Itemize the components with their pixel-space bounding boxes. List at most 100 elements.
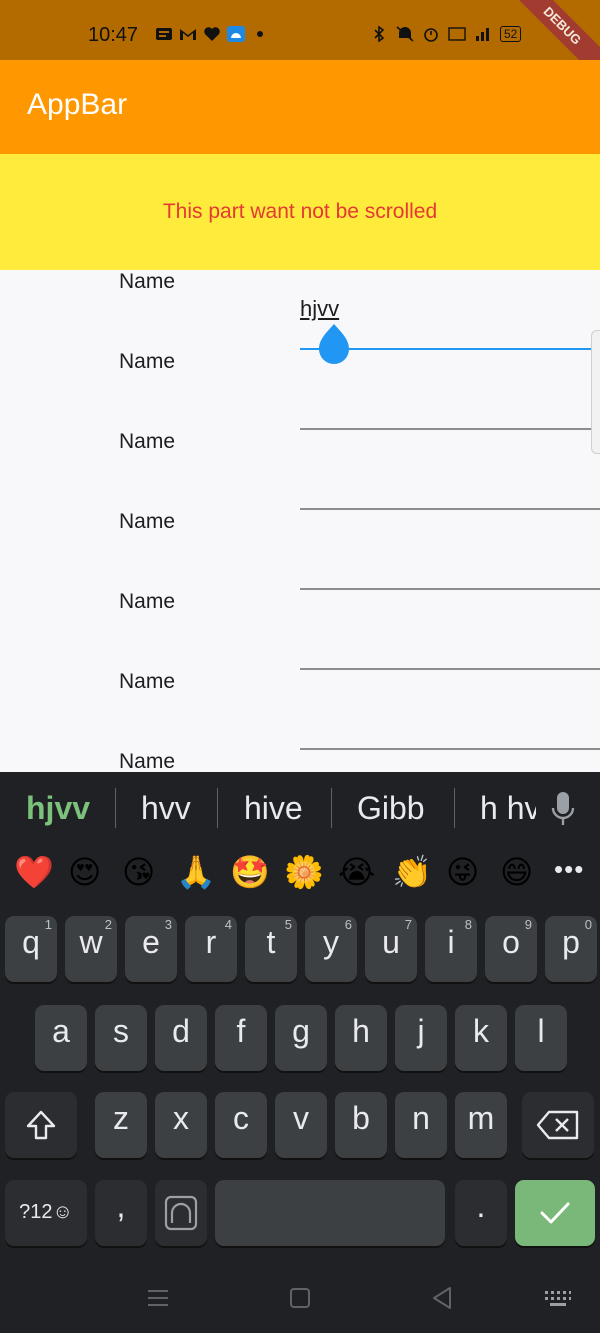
key-label: t	[266, 924, 276, 960]
emoji-key[interactable]: 🤩	[230, 850, 270, 894]
key-n[interactable]: n	[395, 1092, 447, 1158]
emoji-suggestion-row: ❤️ 😍 😘 🙏 🤩 🌼 😭 👏 😜 😄 •••	[0, 850, 600, 900]
key-label: j	[417, 1013, 425, 1049]
app-bar: AppBar	[0, 60, 600, 154]
emoji-key[interactable]: ❤️	[14, 850, 54, 894]
key-label: f	[236, 1013, 246, 1049]
key-m[interactable]: m	[455, 1092, 507, 1158]
comma-key[interactable]: ,	[95, 1180, 147, 1246]
alarm-icon	[424, 28, 438, 42]
more-emoji-button[interactable]: •••	[554, 854, 584, 885]
emoji-key[interactable]: 😍	[68, 850, 101, 894]
key-a[interactable]: a	[35, 1005, 87, 1071]
enter-key[interactable]	[515, 1180, 595, 1246]
emoji-key[interactable]: 🙏	[176, 850, 216, 894]
space-key[interactable]	[215, 1180, 445, 1246]
key-h[interactable]: h	[335, 1005, 387, 1071]
back-icon[interactable]	[429, 1285, 455, 1311]
mute-icon	[396, 26, 414, 42]
key-s[interactable]: s	[95, 1005, 147, 1071]
scroll-form[interactable]: Name hjvv Name Name Name Name Name Name	[0, 270, 600, 772]
emoji-key[interactable]: 😘	[122, 850, 155, 894]
text-field[interactable]	[300, 510, 600, 590]
key-label: ?12☺	[19, 1201, 73, 1223]
text-field[interactable]	[300, 750, 600, 772]
suggestion-item[interactable]: hive	[244, 790, 303, 827]
divider	[454, 788, 455, 828]
shift-icon	[26, 1110, 56, 1140]
row-label: Name	[119, 590, 176, 613]
handwriting-icon	[164, 1195, 198, 1231]
key-f[interactable]: f	[215, 1005, 267, 1071]
symbols-key[interactable]: ?12☺	[5, 1180, 87, 1246]
emoji-key[interactable]: 😜	[446, 850, 479, 894]
key-l[interactable]: l	[515, 1005, 567, 1071]
key-r[interactable]: 4r	[185, 916, 237, 982]
key-t[interactable]: 5t	[245, 916, 297, 982]
key-label: l	[537, 1013, 545, 1049]
key-j[interactable]: j	[395, 1005, 447, 1071]
suggestion-item[interactable]: hjvv	[26, 790, 90, 827]
key-d[interactable]: d	[155, 1005, 207, 1071]
status-bar: 10:47 52 DEBUG	[0, 0, 600, 60]
key-e[interactable]: 3e	[125, 916, 177, 982]
text-field[interactable]	[300, 670, 600, 750]
key-x[interactable]: x	[155, 1092, 207, 1158]
suggestion-item[interactable]: h hv	[480, 790, 536, 827]
home-icon[interactable]	[287, 1285, 313, 1311]
text-field[interactable]	[300, 430, 600, 510]
divider	[331, 788, 332, 828]
bluetooth-icon	[374, 26, 385, 42]
key-q[interactable]: 1q	[5, 916, 57, 982]
key-label: .	[476, 1188, 486, 1224]
menu-icon[interactable]	[145, 1285, 171, 1311]
key-label: d	[172, 1013, 190, 1049]
key-b[interactable]: b	[335, 1092, 387, 1158]
key-label: h	[352, 1013, 370, 1049]
key-label: o	[502, 924, 520, 960]
app-bar-title: AppBar	[27, 88, 128, 121]
microphone-icon[interactable]	[550, 790, 576, 828]
emoji-key[interactable]: 😄	[500, 850, 533, 894]
key-c[interactable]: c	[215, 1092, 267, 1158]
handwriting-key[interactable]	[155, 1180, 207, 1246]
heart-icon	[204, 27, 220, 41]
key-w[interactable]: 2w	[65, 916, 117, 982]
key-y[interactable]: 6y	[305, 916, 357, 982]
emoji-key[interactable]: 😭	[338, 850, 375, 894]
key-u[interactable]: 7u	[365, 916, 417, 982]
key-label: i	[447, 924, 455, 960]
period-key[interactable]: .	[455, 1180, 507, 1246]
scrollbar[interactable]	[591, 330, 600, 454]
key-label: m	[467, 1100, 495, 1136]
keyboard-switch-icon[interactable]	[543, 1285, 573, 1311]
message-icon	[156, 28, 172, 40]
battery-icon: 52	[500, 26, 522, 42]
key-k[interactable]: k	[455, 1005, 507, 1071]
key-label: u	[382, 924, 400, 960]
key-p[interactable]: 0p	[545, 916, 597, 982]
key-o[interactable]: 9o	[485, 916, 537, 982]
shift-key[interactable]	[5, 1092, 77, 1158]
emoji-key[interactable]: 🌼	[284, 850, 324, 894]
field-value[interactable]: hjvv	[300, 296, 339, 322]
key-label: w	[79, 924, 103, 960]
fixed-header: This part want not be scrolled	[0, 154, 600, 270]
text-field[interactable]	[300, 350, 600, 430]
key-label: b	[352, 1100, 370, 1136]
emoji-key[interactable]: 👏	[392, 850, 432, 894]
key-label: v	[293, 1100, 309, 1136]
text-field[interactable]	[300, 590, 600, 670]
key-i[interactable]: 8i	[425, 916, 477, 982]
key-v[interactable]: v	[275, 1092, 327, 1158]
form-row: Name	[0, 670, 600, 750]
text-field[interactable]: hjvv	[300, 270, 600, 364]
backspace-key[interactable]	[522, 1092, 594, 1158]
suggestion-item[interactable]: hvv	[141, 790, 191, 827]
form-row: Name hjvv	[0, 270, 600, 364]
key-g[interactable]: g	[275, 1005, 327, 1071]
key-label: q	[22, 924, 40, 960]
suggestion-item[interactable]: Gibb	[357, 790, 425, 827]
divider	[217, 788, 218, 828]
key-z[interactable]: z	[95, 1092, 147, 1158]
